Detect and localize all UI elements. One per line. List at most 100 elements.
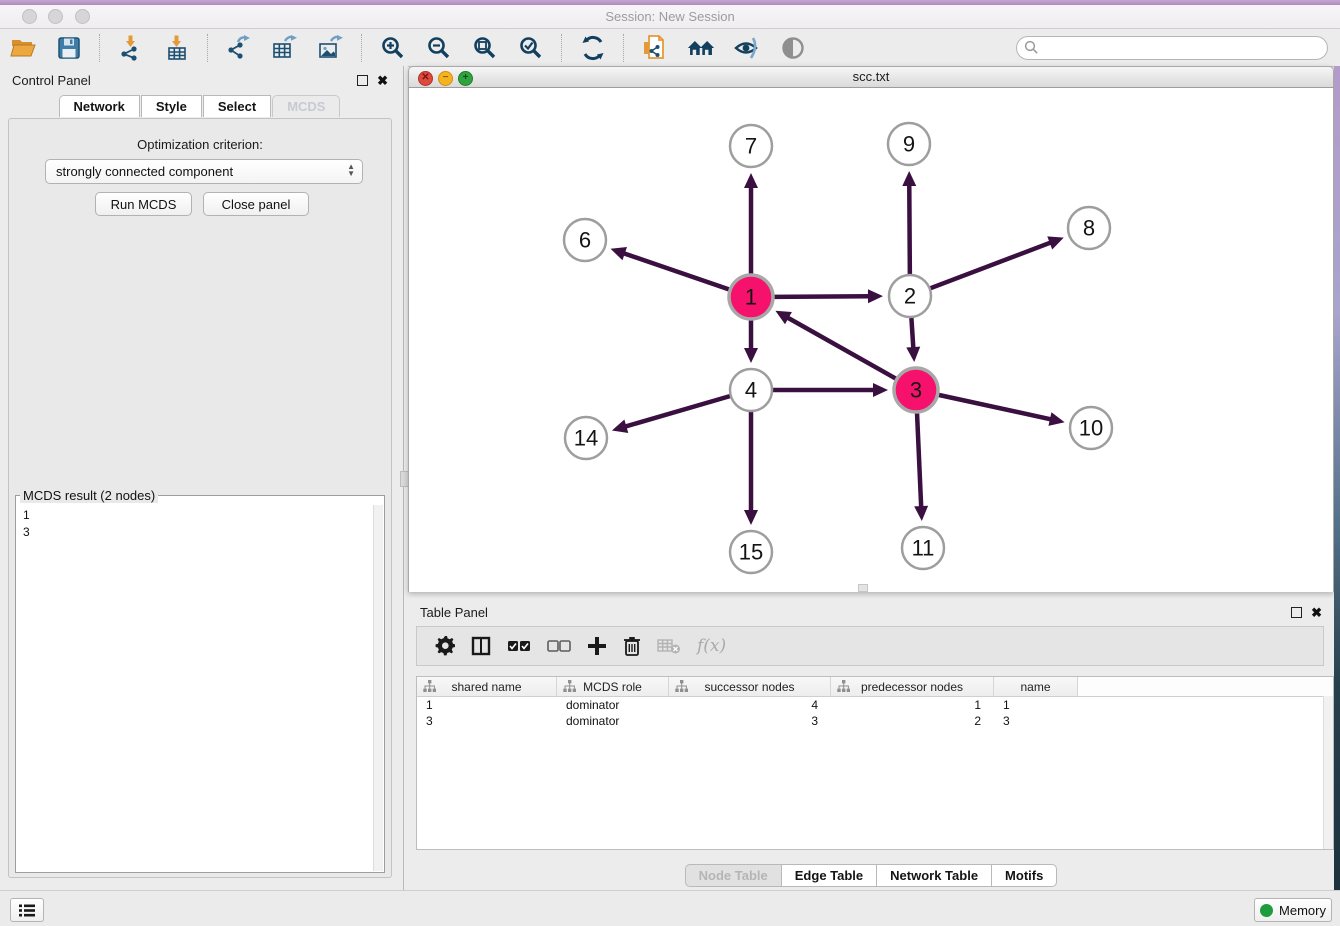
graph-edge-3-1[interactable] <box>787 317 896 379</box>
graph-node-11[interactable]: 11 <box>902 527 944 569</box>
network-maximize-button[interactable]: + <box>458 71 473 86</box>
graph-node-7[interactable]: 7 <box>730 125 772 167</box>
cell-shared-name[interactable]: 3 <box>417 713 557 729</box>
network-canvas[interactable]: 7 9 6 8 1 2 4 3 14 10 15 11 <box>409 88 1333 592</box>
column-header-MCDS-role[interactable]: MCDS role <box>557 677 669 696</box>
column-header-successor-nodes[interactable]: successor nodes <box>669 677 831 696</box>
graph-node-15[interactable]: 15 <box>730 531 772 573</box>
graph-node-2[interactable]: 2 <box>889 275 931 317</box>
clone-network-icon[interactable] <box>641 34 669 62</box>
maximize-window-button[interactable] <box>75 9 90 24</box>
graph-node-6[interactable]: 6 <box>564 219 606 261</box>
cell-shared-name[interactable]: 1 <box>417 697 557 713</box>
cell-predecessor-nodes[interactable]: 2 <box>831 713 994 729</box>
settings-icon[interactable] <box>435 633 455 659</box>
cell-MCDS-role[interactable]: dominator <box>557 713 669 729</box>
close-table-panel-icon[interactable]: ✖ <box>1311 606 1322 619</box>
graph-node-8[interactable]: 8 <box>1068 207 1110 249</box>
graph-edge-3-11[interactable] <box>917 413 921 508</box>
columns-icon[interactable] <box>471 633 491 659</box>
save-session-icon[interactable] <box>55 34 83 62</box>
criterion-select[interactable]: strongly connected component ▲▼ <box>45 159 363 184</box>
fit-content-icon[interactable] <box>471 34 499 62</box>
run-mcds-button[interactable]: Run MCDS <box>95 192 192 216</box>
network-minimize-button[interactable]: − <box>438 71 453 86</box>
graph-edge-2-9[interactable] <box>909 184 910 274</box>
cell-successor-nodes[interactable]: 3 <box>669 713 831 729</box>
import-table-icon[interactable] <box>163 34 191 62</box>
graph-node-4[interactable]: 4 <box>730 369 772 411</box>
graph-edge-4-14[interactable] <box>624 396 729 427</box>
tab-select[interactable]: Select <box>203 95 271 117</box>
column-header-name[interactable]: name <box>994 677 1078 696</box>
graph-node-1[interactable]: 1 <box>729 275 773 319</box>
refresh-icon[interactable] <box>579 34 607 62</box>
network-window-titlebar[interactable]: ✕ − + scc.txt <box>408 66 1334 88</box>
mcds-result-item[interactable]: 3 <box>23 524 374 541</box>
zoom-in-icon[interactable] <box>379 34 407 62</box>
hide-details-icon[interactable] <box>733 34 761 62</box>
close-window-button[interactable] <box>22 9 37 24</box>
canvas-resize-handle[interactable] <box>858 584 868 592</box>
graph-edge-1-2[interactable] <box>774 296 870 297</box>
minimize-window-button[interactable] <box>48 9 63 24</box>
float-panel-icon[interactable] <box>357 75 368 86</box>
float-table-panel-icon[interactable] <box>1291 607 1302 618</box>
task-history-button[interactable] <box>10 898 44 922</box>
graph-edge-arrow <box>902 171 916 186</box>
tab-style[interactable]: Style <box>141 95 202 117</box>
graph-node-3[interactable]: 3 <box>894 368 938 412</box>
graph-edge-arrow <box>914 506 928 521</box>
tab-node-table[interactable]: Node Table <box>685 864 781 887</box>
graph-node-9[interactable]: 9 <box>888 123 930 165</box>
graph-edge-1-6[interactable] <box>623 253 729 290</box>
table-panel-header: Table Panel ✖ <box>408 598 1334 626</box>
close-panel-icon[interactable]: ✖ <box>377 74 388 87</box>
import-network-icon[interactable] <box>117 34 145 62</box>
mcds-result-list[interactable]: 13 <box>17 505 374 871</box>
network-close-button[interactable]: ✕ <box>418 71 433 86</box>
add-row-icon[interactable] <box>587 633 607 659</box>
cell-MCDS-role[interactable]: dominator <box>557 697 669 713</box>
cell-name[interactable]: 3 <box>994 713 1078 729</box>
export-network-icon[interactable] <box>225 34 253 62</box>
tab-network-table[interactable]: Network Table <box>876 864 991 887</box>
deselect-all-icon[interactable] <box>547 633 571 659</box>
search-input[interactable] <box>1016 36 1328 60</box>
panel-splitter[interactable] <box>400 66 408 890</box>
table-panel-tabs: Node TableEdge TableNetwork TableMotifs <box>408 864 1334 887</box>
home-icon[interactable] <box>687 34 715 62</box>
open-session-icon[interactable] <box>9 34 37 62</box>
cell-name[interactable]: 1 <box>994 697 1078 713</box>
show-details-icon[interactable] <box>779 34 807 62</box>
export-table-icon[interactable] <box>271 34 299 62</box>
tab-mcds[interactable]: MCDS <box>272 95 340 117</box>
zoom-selected-icon[interactable] <box>517 34 545 62</box>
tab-network[interactable]: Network <box>59 95 140 117</box>
graph-edge-2-3[interactable] <box>911 318 913 349</box>
close-panel-button[interactable]: Close panel <box>203 192 309 216</box>
table-scrollbar[interactable] <box>1323 696 1333 849</box>
column-header-predecessor-nodes[interactable]: predecessor nodes <box>831 677 994 696</box>
zoom-out-icon[interactable] <box>425 34 453 62</box>
cell-predecessor-nodes[interactable]: 1 <box>831 697 994 713</box>
graph-node-10[interactable]: 10 <box>1070 407 1112 449</box>
result-list-scrollbar[interactable] <box>373 505 383 871</box>
tab-motifs[interactable]: Motifs <box>991 864 1057 887</box>
mcds-result-item[interactable]: 1 <box>23 507 374 524</box>
table-row[interactable]: 3dominator323 <box>417 713 1333 729</box>
table-row[interactable]: 1dominator411 <box>417 697 1333 713</box>
select-all-icon[interactable] <box>507 633 531 659</box>
graph-node-14[interactable]: 14 <box>565 417 607 459</box>
delete-table-icon[interactable] <box>657 633 681 659</box>
graph-edge-3-10[interactable] <box>938 395 1051 420</box>
column-header-shared-name[interactable]: shared name <box>417 677 557 696</box>
tab-edge-table[interactable]: Edge Table <box>781 864 876 887</box>
export-image-icon[interactable] <box>317 34 345 62</box>
cell-successor-nodes[interactable]: 4 <box>669 697 831 713</box>
memory-button[interactable]: Memory <box>1254 898 1332 922</box>
graph-edge-2-8[interactable] <box>931 242 1052 288</box>
delete-row-icon[interactable] <box>623 633 641 659</box>
app-titlebar: Session: New Session <box>0 5 1340 29</box>
function-builder-icon[interactable]: f(x) <box>697 633 726 659</box>
